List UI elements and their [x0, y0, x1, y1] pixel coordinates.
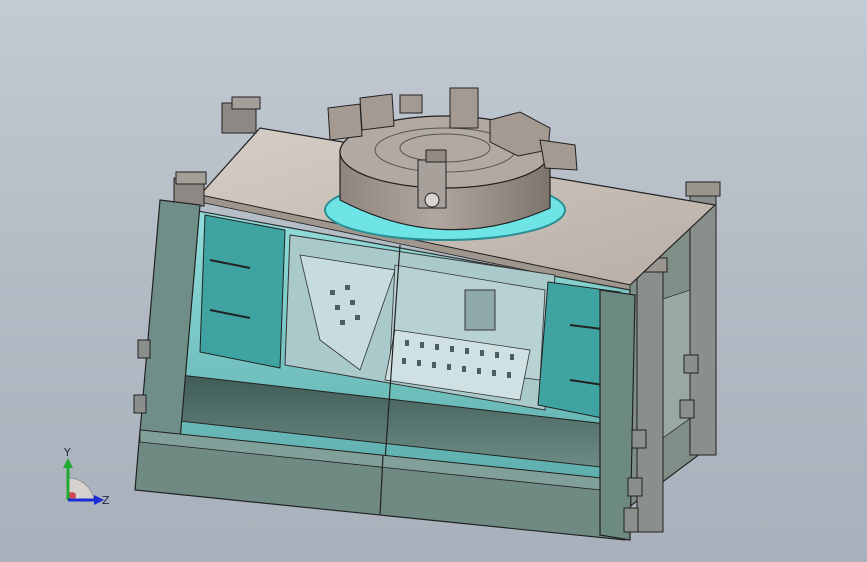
- triad-y-label: Y: [63, 446, 71, 459]
- triad-y-arrow-icon: [63, 458, 73, 468]
- cad-viewport[interactable]: Y Z: [0, 0, 867, 562]
- lathe-chuck: [327, 87, 578, 231]
- triad-z-label: Z: [102, 494, 110, 507]
- cad-model-scene: Y Z: [63, 87, 721, 541]
- coordinate-triad: Y Z: [63, 446, 110, 507]
